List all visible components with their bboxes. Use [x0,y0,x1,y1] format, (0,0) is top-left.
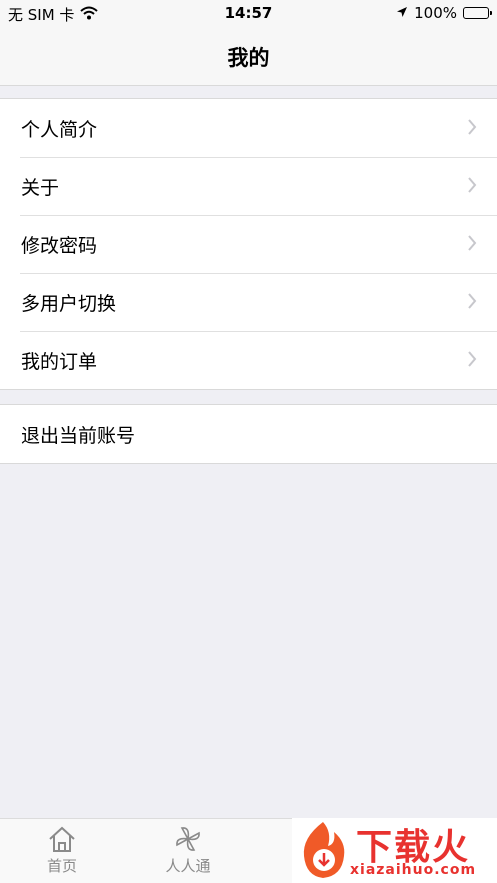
chevron-right-icon [468,351,477,367]
menu-item-switch-user[interactable]: 多用户切换 [0,273,497,331]
battery-icon [463,7,492,19]
menu-group-logout: 退出当前账号 [0,404,497,464]
status-right: 100% [396,4,492,22]
status-bar: 无 SIM 卡 14:57 100% [0,0,497,30]
menu-item-label: 多用户切换 [21,293,117,315]
home-icon [49,826,75,852]
menu-item-about[interactable]: 关于 [0,157,497,215]
chevron-right-icon [468,177,477,193]
menu-item-label: 我的订单 [21,351,98,373]
page-title: 我的 [227,46,270,70]
chevron-right-icon [468,119,477,135]
location-arrow-icon [396,4,408,22]
menu-item-change-password[interactable]: 修改密码 [0,215,497,273]
menu-item-profile[interactable]: 个人简介 [0,99,497,157]
menu-item-my-orders[interactable]: 我的订单 [0,331,497,389]
menu-item-label: 个人简介 [21,119,98,141]
tab-label: 首页 [46,857,77,875]
logout-label: 退出当前账号 [21,425,136,447]
battery-percent: 100% [414,4,457,22]
pinwheel-icon [176,827,200,851]
tab-label: 人人通 [165,857,211,875]
chevron-right-icon [468,235,477,251]
menu-group-main: 个人简介 关于 修改密码 多用户切换 我的订单 [0,98,497,390]
tab-home[interactable]: 首页 [22,825,102,876]
watermark-url: xiazaihuo.com [350,862,477,878]
chevron-right-icon [468,293,477,309]
flame-logo-icon [303,822,345,878]
menu-item-label: 修改密码 [21,235,98,257]
navigation-bar: 我的 [0,30,497,86]
tab-renrentong[interactable]: 人人通 [148,825,228,876]
logout-button[interactable]: 退出当前账号 [0,405,497,463]
menu-item-label: 关于 [21,177,60,199]
watermark: 下载火 xiazaihuo.com [292,818,497,883]
